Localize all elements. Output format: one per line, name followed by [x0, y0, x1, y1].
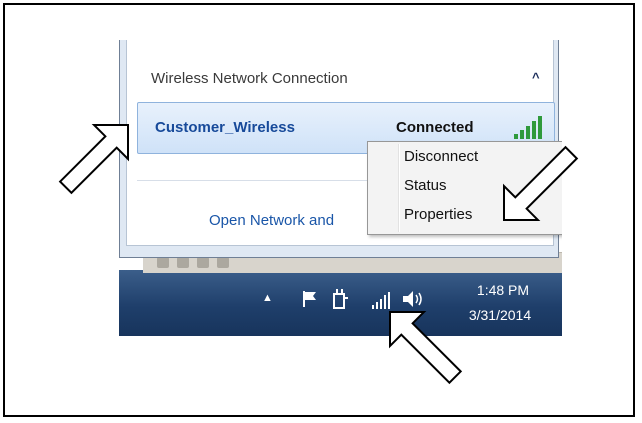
callout-arrow-tray-wireless: [389, 311, 463, 385]
callout-arrow-network-entry: [58, 124, 129, 195]
callout-arrow-properties: [503, 145, 579, 221]
callout-arrows: [58, 124, 579, 385]
